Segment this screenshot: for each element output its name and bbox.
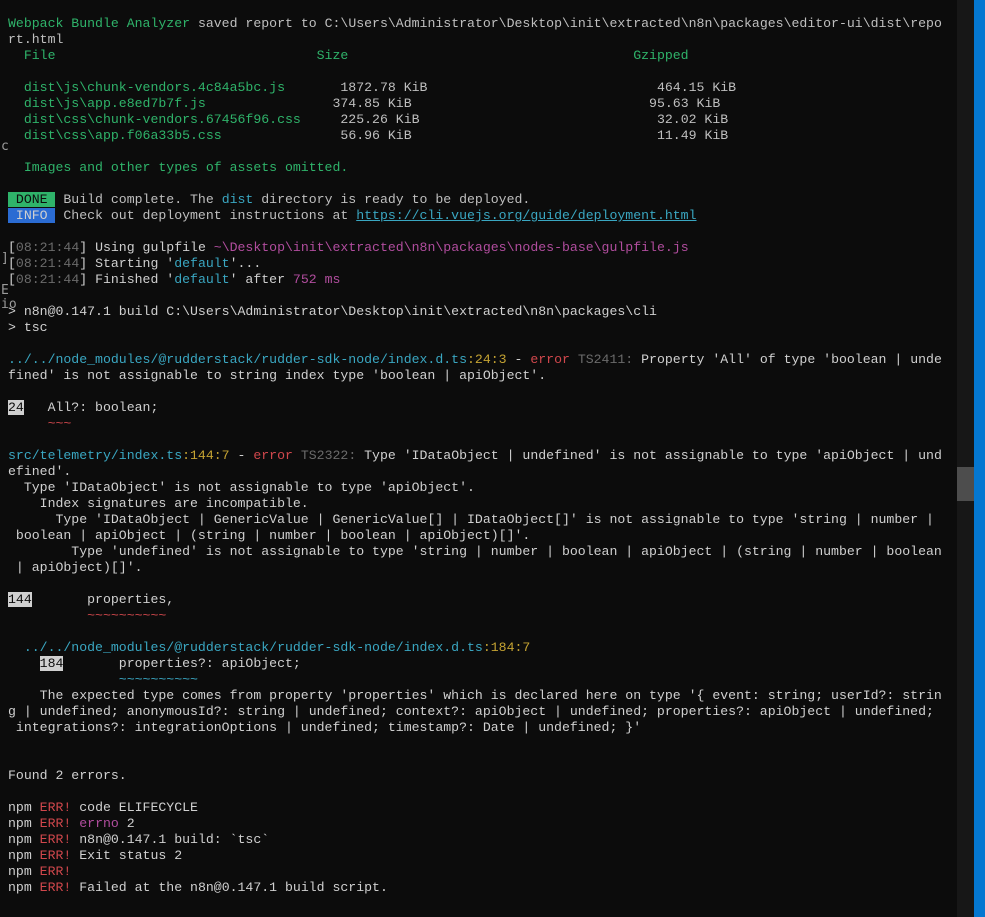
- npm-line: npm ERR! Failed at the n8n@0.147.1 build…: [8, 880, 388, 895]
- scrollbar-thumb[interactable]: [957, 467, 974, 501]
- table-row: dist\js\app.e8ed7b7f.js 374.85 KiB 95.63…: [8, 96, 720, 111]
- npm-line: npm ERR!: [8, 864, 71, 879]
- npm-line: npm ERR! n8n@0.147.1 build: `tsc`: [8, 832, 269, 847]
- col-file: [8, 48, 24, 63]
- line-number: 184: [40, 656, 64, 671]
- npm-line: npm ERR! Exit status 2: [8, 848, 182, 863]
- assets-omitted: Images and other types of assets omitted…: [24, 160, 348, 175]
- table-row: dist\js\chunk-vendors.4c84a5bc.js 1872.7…: [8, 80, 736, 95]
- related-path: ../../node_modules/@rudderstack/rudder-s…: [24, 640, 483, 655]
- error1-path: ../../node_modules/@rudderstack/rudder-s…: [8, 352, 467, 367]
- line-number: 144: [8, 592, 32, 607]
- scrollbar-track[interactable]: [957, 0, 974, 917]
- build-cmd: > n8n@0.147.1 build C:\Users\Administrat…: [8, 304, 657, 319]
- error-summary: Found 2 errors.: [8, 768, 127, 783]
- edge-char: c: [1, 139, 7, 155]
- edge-char: ]: [1, 251, 7, 267]
- info-badge: INFO: [8, 208, 55, 223]
- analyzer-prefix: Webpack Bundle Analyzer: [8, 16, 190, 31]
- npm-line: npm ERR! code ELIFECYCLE: [8, 800, 198, 815]
- table-row: dist\css\chunk-vendors.67456f96.css 225.…: [8, 112, 728, 127]
- npm-line: npm ERR! errno 2: [8, 816, 135, 831]
- error2-path: src/telemetry/index.ts: [8, 448, 182, 463]
- edge-char: io: [1, 297, 7, 313]
- line-number: 24: [8, 400, 24, 415]
- table-row: dist\css\app.f06a33b5.css 56.96 KiB 11.4…: [8, 128, 728, 143]
- deployment-link[interactable]: https://cli.vuejs.org/guide/deployment.h…: [356, 208, 696, 223]
- terminal-output[interactable]: Webpack Bundle Analyzer saved report to …: [0, 0, 957, 917]
- done-badge: DONE: [8, 192, 55, 207]
